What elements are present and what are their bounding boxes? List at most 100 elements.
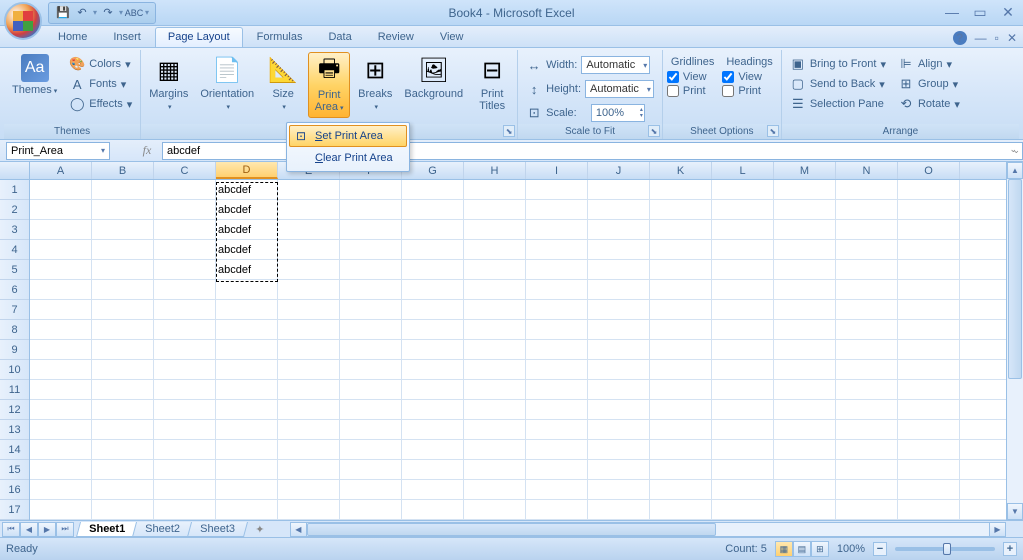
cell[interactable] xyxy=(898,280,960,299)
undo-icon[interactable]: ↶ xyxy=(74,5,90,21)
cell[interactable] xyxy=(526,200,588,219)
cell[interactable] xyxy=(836,400,898,419)
cell[interactable] xyxy=(464,460,526,479)
row-header[interactable]: 10 xyxy=(0,360,29,380)
cell[interactable] xyxy=(898,300,960,319)
cell[interactable] xyxy=(588,480,650,499)
column-header[interactable]: C xyxy=(154,162,216,179)
sheet-tab[interactable]: Sheet2 xyxy=(132,522,193,537)
cell[interactable] xyxy=(30,340,92,359)
row-header[interactable]: 4 xyxy=(0,240,29,260)
cell[interactable] xyxy=(30,380,92,399)
cell[interactable] xyxy=(402,440,464,459)
cell[interactable] xyxy=(30,440,92,459)
breaks-button[interactable]: ⊞Breaks xyxy=(354,52,396,118)
cell[interactable] xyxy=(92,420,154,439)
cell[interactable] xyxy=(30,500,92,519)
cell[interactable] xyxy=(464,220,526,239)
zoom-level[interactable]: 100% xyxy=(837,543,865,555)
cell[interactable] xyxy=(650,180,712,199)
cell[interactable] xyxy=(402,320,464,339)
cell[interactable] xyxy=(154,220,216,239)
cell[interactable] xyxy=(464,440,526,459)
cell[interactable] xyxy=(92,240,154,259)
cell[interactable] xyxy=(526,180,588,199)
cell[interactable] xyxy=(898,420,960,439)
cell[interactable] xyxy=(340,340,402,359)
cell[interactable] xyxy=(588,400,650,419)
cell[interactable] xyxy=(712,400,774,419)
tab-view[interactable]: View xyxy=(428,28,476,47)
cell[interactable] xyxy=(588,300,650,319)
cell[interactable] xyxy=(464,280,526,299)
cell[interactable] xyxy=(340,420,402,439)
cell[interactable] xyxy=(650,320,712,339)
doc-close-icon[interactable]: ✕ xyxy=(1007,31,1017,45)
cell[interactable]: abcdef xyxy=(216,260,278,279)
cell[interactable] xyxy=(402,420,464,439)
cell[interactable] xyxy=(154,300,216,319)
sheet-options-dialog-launcher[interactable]: ⬊ xyxy=(767,125,779,137)
cell[interactable] xyxy=(650,420,712,439)
cell[interactable] xyxy=(340,180,402,199)
row-header[interactable]: 7 xyxy=(0,300,29,320)
save-icon[interactable]: 💾 xyxy=(55,5,71,21)
cell[interactable] xyxy=(836,200,898,219)
cell[interactable] xyxy=(650,460,712,479)
cell[interactable] xyxy=(30,360,92,379)
cell[interactable] xyxy=(278,360,340,379)
cell[interactable] xyxy=(588,180,650,199)
cell[interactable] xyxy=(774,500,836,519)
cell[interactable] xyxy=(92,180,154,199)
zoom-slider[interactable] xyxy=(895,547,995,551)
sheet-nav-first[interactable]: ⏮ xyxy=(2,522,20,537)
group-button[interactable]: ⊞Group ▾ xyxy=(894,74,964,94)
cell[interactable] xyxy=(30,460,92,479)
cell[interactable] xyxy=(464,480,526,499)
cell[interactable] xyxy=(154,500,216,519)
cell[interactable] xyxy=(340,220,402,239)
column-header[interactable]: M xyxy=(774,162,836,179)
cell[interactable] xyxy=(898,220,960,239)
cell[interactable] xyxy=(92,360,154,379)
cell[interactable] xyxy=(278,480,340,499)
cell[interactable] xyxy=(402,180,464,199)
cell[interactable] xyxy=(30,480,92,499)
cell[interactable] xyxy=(650,340,712,359)
cell[interactable] xyxy=(588,360,650,379)
cell[interactable] xyxy=(30,180,92,199)
scroll-thumb[interactable] xyxy=(1008,179,1022,379)
cell[interactable] xyxy=(774,400,836,419)
cell[interactable] xyxy=(92,400,154,419)
cell[interactable] xyxy=(526,460,588,479)
cell[interactable] xyxy=(836,420,898,439)
cell[interactable] xyxy=(402,220,464,239)
cell[interactable] xyxy=(278,340,340,359)
cell[interactable] xyxy=(712,180,774,199)
normal-view-button[interactable]: ▦ xyxy=(775,541,793,557)
cell[interactable] xyxy=(898,400,960,419)
cell[interactable] xyxy=(30,200,92,219)
cell[interactable] xyxy=(712,200,774,219)
maximize-icon[interactable]: ▭ xyxy=(971,4,989,21)
sheet-nav-next[interactable]: ▶ xyxy=(38,522,56,537)
clear-print-area-item[interactable]: Clear Print Area xyxy=(289,147,407,169)
cell[interactable] xyxy=(588,240,650,259)
cell[interactable] xyxy=(216,480,278,499)
cell[interactable] xyxy=(526,480,588,499)
row-header[interactable]: 6 xyxy=(0,280,29,300)
cell[interactable] xyxy=(30,300,92,319)
cell[interactable] xyxy=(154,200,216,219)
cell[interactable] xyxy=(92,260,154,279)
cell[interactable] xyxy=(340,300,402,319)
doc-restore-icon[interactable]: ▫ xyxy=(995,31,999,45)
cell[interactable] xyxy=(278,220,340,239)
scroll-left-button[interactable]: ◀ xyxy=(291,523,307,536)
cell[interactable] xyxy=(92,320,154,339)
tab-page-layout[interactable]: Page Layout xyxy=(155,27,243,47)
cell[interactable] xyxy=(774,460,836,479)
cell[interactable] xyxy=(650,300,712,319)
vertical-scrollbar[interactable]: ▲ ▼ xyxy=(1006,162,1023,520)
qat-customize-icon[interactable]: ▾ xyxy=(145,8,149,17)
cell[interactable] xyxy=(526,440,588,459)
